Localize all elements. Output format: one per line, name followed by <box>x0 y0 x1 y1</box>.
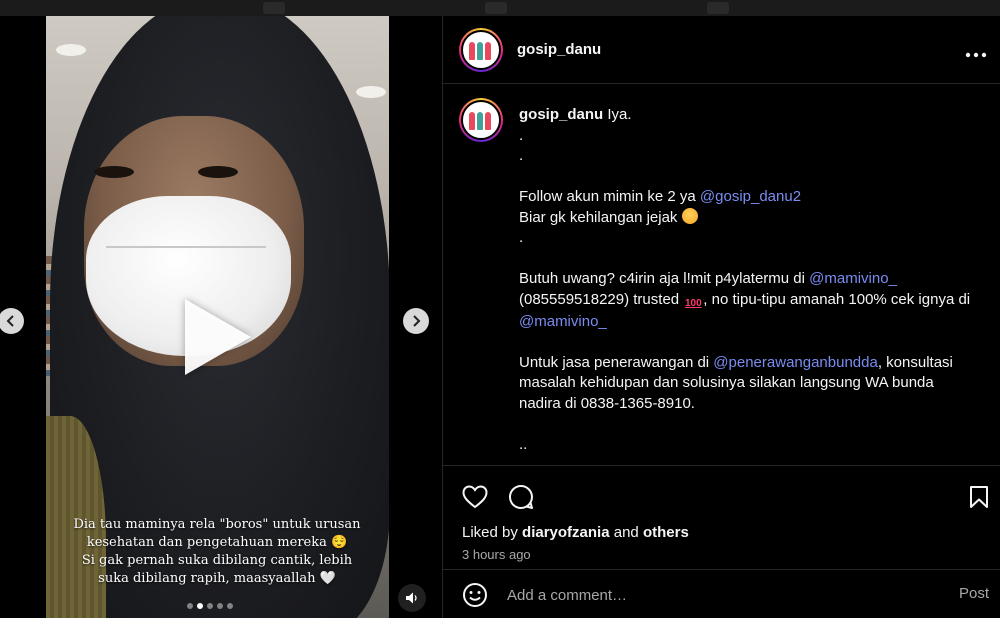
add-comment-bar: Post <box>443 569 1000 618</box>
caption-username[interactable]: gosip_danu <box>519 106 603 123</box>
avatar-image <box>461 100 501 140</box>
avatar-image <box>461 30 501 70</box>
liked-by-and: and <box>609 524 643 541</box>
hundred-points-emoji-icon: 100 <box>684 297 702 309</box>
caption-paragraph: Follow akun mimin ke 2 ya @gosip_danu2 <box>519 187 979 208</box>
avatar-figure <box>477 42 483 60</box>
liked-by-user-link[interactable]: diaryofzania <box>522 524 610 541</box>
carousel-dot <box>207 603 213 609</box>
avatar-figure <box>485 42 491 60</box>
media-viewer: Dia tau maminya rela "boros" untuk urusa… <box>0 16 442 618</box>
caption-text: . <box>519 229 524 246</box>
post-header: gosip_danu <box>443 16 1000 84</box>
comment-button[interactable] <box>507 483 535 511</box>
more-horizontal-icon <box>965 52 987 58</box>
video-caption-line: suka dibilang rapih, maasyaallah 🤍 <box>98 571 336 586</box>
post-caption: gosip_danu Iya. . . Follow akun mimin ke… <box>519 105 979 455</box>
caption-scroll-area[interactable]: gosip_danu Iya. . . Follow akun mimin ke… <box>443 85 1000 465</box>
caption-first-line: gosip_danu Iya. <box>519 105 979 126</box>
avatar-figure <box>485 112 491 130</box>
carousel-indicator <box>187 603 233 609</box>
like-button[interactable] <box>461 483 489 511</box>
mention-link[interactable]: @gosip_danu2 <box>700 188 801 205</box>
speaker-icon <box>406 592 417 604</box>
heart-icon <box>462 485 488 509</box>
next-slide-button[interactable] <box>403 308 429 334</box>
carousel-dot <box>217 603 223 609</box>
ceiling-light <box>56 44 86 56</box>
avatar-figure <box>469 42 475 60</box>
mention-link[interactable]: @penerawanganbundda <box>713 354 878 371</box>
post-details-panel: gosip_danu gosip_danu Iya. . . Follow ak… <box>442 16 1000 618</box>
grinning-emoji-icon <box>681 207 698 224</box>
smiley-icon <box>463 583 487 607</box>
background-compass-icon <box>707 2 729 14</box>
ceiling-light <box>356 86 386 98</box>
chevron-left-icon <box>6 315 14 327</box>
carousel-dot <box>187 603 193 609</box>
video-caption-line: kesehatan dan pengetahuan mereka 😌 <box>86 535 348 550</box>
caption-text: Biar gk kehilangan jejak <box>519 208 682 226</box>
previous-slide-button[interactable] <box>0 308 24 334</box>
mention-link[interactable]: @mamivino_ <box>809 270 897 287</box>
carousel-dot-active <box>197 603 203 609</box>
video-caption-line: Si gak pernah suka dibilang cantik, lebi… <box>81 553 353 568</box>
avatar-figure <box>469 112 475 130</box>
caption-text: . <box>519 126 524 144</box>
caption-text: Butuh uwang? c4irin aja l!mit p4ylatermu… <box>519 270 810 287</box>
video-caption-line: Dia tau maminya rela "boros" untuk urusa… <box>73 517 361 532</box>
audio-toggle-button[interactable] <box>398 584 426 612</box>
post-actions: Liked by diaryofzania and others 3 hours… <box>443 465 1000 569</box>
background-message-icon <box>485 2 507 14</box>
caption-text: Untuk jasa penerawangan di <box>519 353 714 371</box>
face-mask-fold <box>106 246 266 248</box>
emoji-picker-button[interactable] <box>461 581 489 609</box>
left-eye <box>94 166 134 178</box>
chevron-right-icon <box>413 315 421 327</box>
liked-by-others-link[interactable]: others <box>643 524 689 541</box>
post-comment-button[interactable]: Post <box>959 585 989 602</box>
caption-text: , no tipu-tipu amanah 100% cek ignya di <box>703 290 971 308</box>
avatar[interactable] <box>459 28 503 72</box>
caption-paragraph: Biar gk kehilangan jejak <box>519 207 979 229</box>
carousel-dot <box>227 603 233 609</box>
comment-input[interactable] <box>507 584 927 606</box>
bookmark-icon <box>970 486 988 508</box>
save-button[interactable] <box>965 483 993 511</box>
comment-icon <box>509 484 533 509</box>
caption-avatar[interactable] <box>459 98 503 142</box>
caption-text: (085559518229) trusted <box>519 290 684 308</box>
liked-by-prefix: Liked by <box>462 524 523 541</box>
right-eye <box>198 166 238 178</box>
background-grid-icon <box>263 2 285 14</box>
caption-text: . <box>519 147 524 164</box>
caption-paragraph: Untuk jasa penerawangan di @penerawangan… <box>519 353 979 415</box>
instagram-post-modal: Dia tau maminya rela "boros" untuk urusa… <box>0 0 1000 618</box>
caption-text: Iya. <box>607 106 632 123</box>
caption-text: Follow akun mimin ke 2 ya <box>519 188 700 205</box>
caption-text: .. <box>519 435 528 453</box>
more-options-button[interactable] <box>965 42 987 63</box>
caption-paragraph: Butuh uwang? c4irin aja l!mit p4ylatermu… <box>519 269 979 332</box>
liked-by-text: Liked by diaryofzania and others <box>462 524 689 541</box>
post-timestamp[interactable]: 3 hours ago <box>462 547 531 562</box>
play-icon[interactable] <box>185 299 251 375</box>
video-caption: Dia tau maminya rela "boros" untuk urusa… <box>62 516 372 588</box>
avatar-figure <box>477 112 483 130</box>
mention-link[interactable]: @mamivino_ <box>519 313 607 330</box>
header-username[interactable]: gosip_danu <box>517 41 601 58</box>
background-top-strip <box>0 0 1000 16</box>
